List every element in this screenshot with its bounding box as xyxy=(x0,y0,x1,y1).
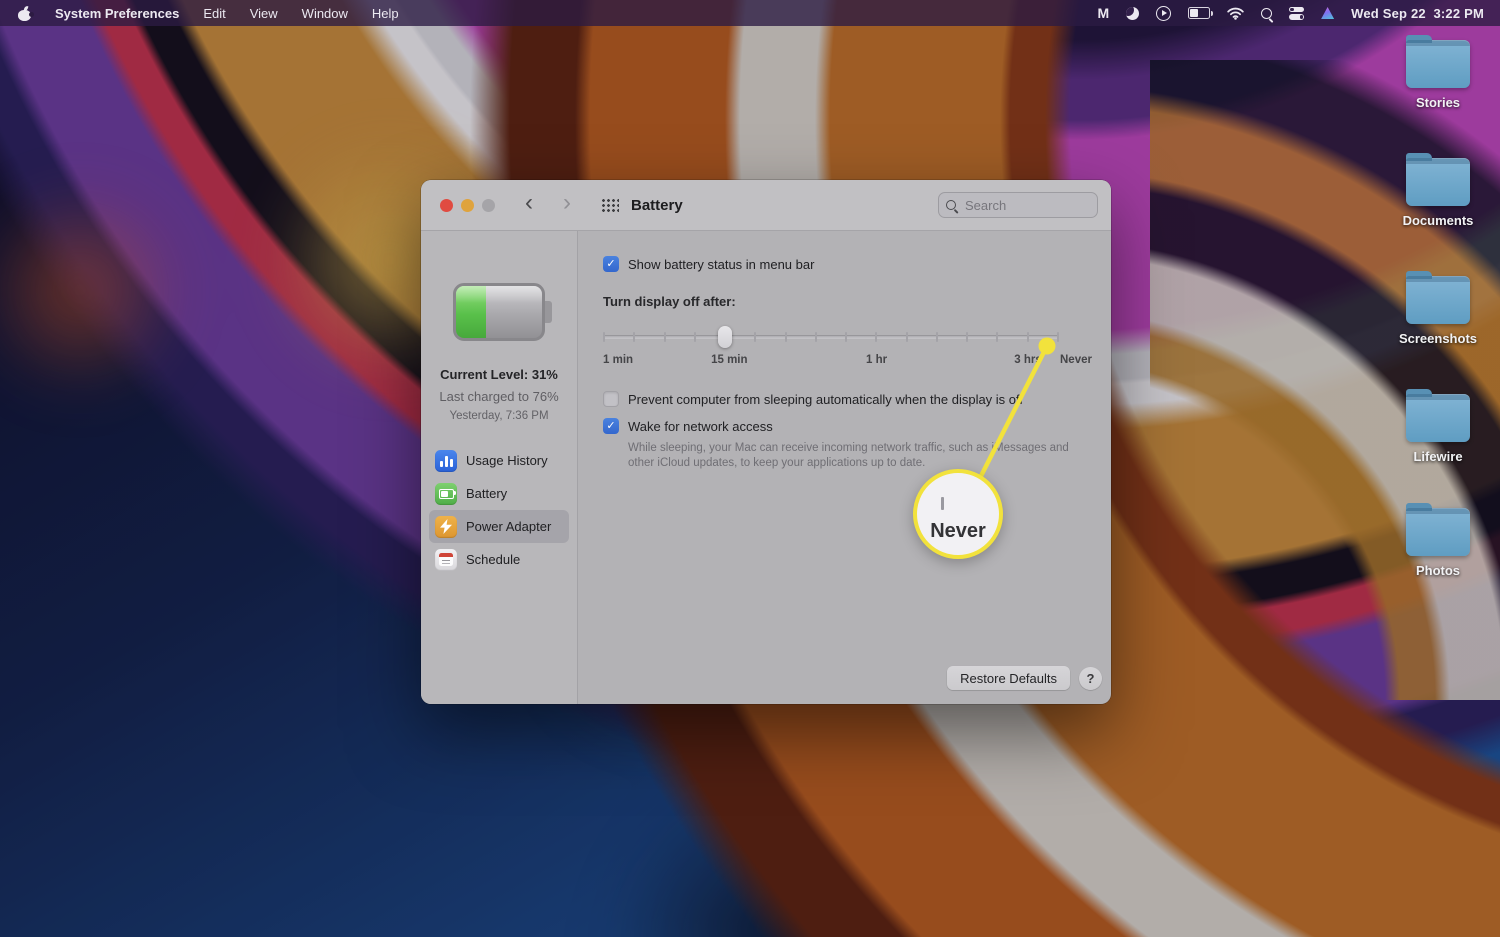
prevent-sleep-checkbox[interactable] xyxy=(603,391,619,407)
menu-bar-clock[interactable]: Wed Sep 22 3:22 PM xyxy=(1351,6,1484,21)
search-icon xyxy=(946,200,956,210)
battery-status-icon[interactable] xyxy=(1188,7,1210,19)
battery-tab-icon xyxy=(435,483,457,505)
callout-never-text: Never xyxy=(917,520,999,543)
m-logo-icon[interactable]: M xyxy=(1097,5,1109,21)
colorful-app-icon[interactable] xyxy=(1321,7,1334,19)
schedule-icon xyxy=(435,549,457,571)
window-titlebar[interactable]: Battery xyxy=(421,180,1111,231)
folder-icon xyxy=(1406,40,1470,88)
minimize-button[interactable] xyxy=(461,199,474,212)
wake-network-description: While sleeping, your Mac can receive inc… xyxy=(628,441,1096,471)
prevent-sleep-row: Prevent computer from sleeping automatic… xyxy=(603,391,1096,407)
folder-label: Lifewire xyxy=(1386,449,1490,464)
wake-network-row: Wake for network access xyxy=(603,418,1096,434)
help-button[interactable]: ? xyxy=(1079,667,1102,690)
close-button[interactable] xyxy=(440,199,453,212)
show-battery-status-row: Show battery status in menu bar xyxy=(603,256,1096,272)
folder-label: Photos xyxy=(1386,563,1490,578)
slider-handle[interactable] xyxy=(718,326,732,348)
battery-level-graphic xyxy=(453,283,545,341)
sidebar-nav: Usage History Battery Power Adapter xyxy=(421,444,577,576)
display-off-slider[interactable] xyxy=(603,326,1059,348)
folder-label: Documents xyxy=(1386,213,1490,228)
folder-stories[interactable]: Stories xyxy=(1386,34,1490,110)
menu-bar: System Preferences Edit View Window Help… xyxy=(0,0,1500,26)
forward-button[interactable] xyxy=(555,193,579,217)
turn-display-off-label: Turn display off after: xyxy=(603,294,1096,309)
search-field[interactable] xyxy=(938,192,1098,218)
folder-icon xyxy=(1406,276,1470,324)
wifi-icon[interactable] xyxy=(1227,7,1244,20)
menu-edit[interactable]: Edit xyxy=(203,6,225,21)
power-adapter-icon xyxy=(435,516,457,538)
sidebar-item-schedule[interactable]: Schedule xyxy=(429,543,569,576)
wake-network-checkbox[interactable] xyxy=(603,418,619,434)
callout-magnifier-circle: Never xyxy=(913,469,1003,559)
folder-icon xyxy=(1406,508,1470,556)
menu-help[interactable]: Help xyxy=(372,6,399,21)
last-charged-time: Yesterday, 7:36 PM xyxy=(421,410,577,422)
folder-screenshots[interactable]: Screenshots xyxy=(1386,270,1490,346)
folder-label: Stories xyxy=(1386,95,1490,110)
slider-label-never: Never xyxy=(1060,354,1092,366)
sidebar-item-power-adapter[interactable]: Power Adapter xyxy=(429,510,569,543)
slider-labels: 1 min 15 min 1 hr 3 hrs Never xyxy=(603,354,1059,369)
folder-label: Screenshots xyxy=(1386,331,1490,346)
traffic-lights xyxy=(421,199,495,212)
battery-sidebar: Current Level: 31% Last charged to 76% Y… xyxy=(421,231,578,704)
slider-label-1min: 1 min xyxy=(603,354,633,366)
callout-slider-tick xyxy=(941,497,944,510)
menu-app-name[interactable]: System Preferences xyxy=(55,6,179,21)
power-adapter-pane: Show battery status in menu bar Turn dis… xyxy=(578,231,1111,704)
zoom-button-disabled xyxy=(482,199,495,212)
control-center-icon[interactable] xyxy=(1289,7,1304,20)
folder-lifewire[interactable]: Lifewire xyxy=(1386,388,1490,464)
back-button[interactable] xyxy=(517,193,541,217)
folder-documents[interactable]: Documents xyxy=(1386,152,1490,228)
search-input[interactable] xyxy=(963,197,1111,214)
sidebar-item-usage-history[interactable]: Usage History xyxy=(429,444,569,477)
show-battery-status-checkbox[interactable] xyxy=(603,256,619,272)
show-all-grid-icon[interactable] xyxy=(601,198,619,212)
battery-preferences-window: Battery Current Level: 31% Last charged … xyxy=(421,180,1111,704)
slider-label-1hr: 1 hr xyxy=(866,354,887,366)
folder-icon xyxy=(1406,394,1470,442)
apple-menu-icon[interactable] xyxy=(18,6,31,21)
window-title: Battery xyxy=(631,197,683,214)
restore-defaults-button[interactable]: Restore Defaults xyxy=(947,666,1070,690)
current-level-text: Current Level: 31% xyxy=(421,367,577,382)
play-circle-icon[interactable] xyxy=(1156,6,1171,21)
do-not-disturb-moon-icon[interactable] xyxy=(1126,7,1139,20)
folder-photos[interactable]: Photos xyxy=(1386,502,1490,578)
last-charged-text: Last charged to 76% xyxy=(421,389,577,404)
desktop-screen: System Preferences Edit View Window Help… xyxy=(0,0,1500,937)
spotlight-search-icon[interactable] xyxy=(1261,8,1272,19)
usage-history-icon xyxy=(435,450,457,472)
menu-window[interactable]: Window xyxy=(302,6,348,21)
menu-view[interactable]: View xyxy=(250,6,278,21)
slider-label-15min: 15 min xyxy=(711,354,747,366)
sidebar-item-battery[interactable]: Battery xyxy=(429,477,569,510)
slider-label-3hrs: 3 hrs xyxy=(1014,354,1042,366)
folder-icon xyxy=(1406,158,1470,206)
